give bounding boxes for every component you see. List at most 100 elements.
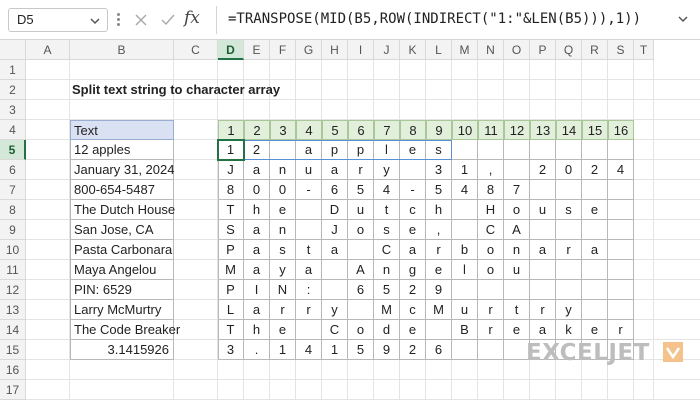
char-cell[interactable] (478, 280, 504, 300)
row-header-8[interactable]: 8 (0, 200, 26, 220)
char-cell[interactable] (556, 140, 582, 160)
column-header-e[interactable]: E (244, 40, 270, 60)
char-cell[interactable]: A (504, 220, 530, 240)
char-cell[interactable]: a (296, 260, 322, 280)
text-cell[interactable]: San Jose, CA (70, 220, 174, 240)
text-cell[interactable]: Larry McMurtry (70, 300, 174, 320)
char-cell[interactable] (608, 260, 634, 280)
char-cell[interactable] (296, 200, 322, 220)
char-cell[interactable]: S (218, 220, 244, 240)
char-cell[interactable]: o (348, 220, 374, 240)
insert-function-button[interactable]: fx (184, 8, 200, 28)
char-cell[interactable] (504, 160, 530, 180)
char-cell[interactable]: 4 (296, 340, 322, 360)
char-cell[interactable]: e (426, 260, 452, 280)
char-cell[interactable] (608, 180, 634, 200)
char-cell[interactable]: e (582, 320, 608, 340)
char-cell[interactable] (556, 220, 582, 240)
char-cell[interactable]: o (478, 240, 504, 260)
column-header-k[interactable]: K (400, 40, 426, 60)
char-cell[interactable] (608, 280, 634, 300)
char-cell[interactable]: 2 (400, 280, 426, 300)
char-cell[interactable] (452, 280, 478, 300)
char-cell[interactable]: 1 (322, 340, 348, 360)
char-cell[interactable]: : (296, 280, 322, 300)
char-cell[interactable]: n (270, 220, 296, 240)
column-header-f[interactable]: F (270, 40, 296, 60)
char-cell[interactable]: u (296, 160, 322, 180)
text-cell[interactable]: Maya Angelou (70, 260, 174, 280)
char-cell[interactable]: 9 (426, 280, 452, 300)
char-cell[interactable]: 0 (244, 180, 270, 200)
char-cell[interactable] (478, 340, 504, 360)
char-cell[interactable]: , (478, 160, 504, 180)
index-header-cell[interactable]: 5 (322, 120, 348, 140)
char-cell[interactable] (452, 140, 478, 160)
char-cell[interactable]: P (218, 280, 244, 300)
char-cell[interactable]: u (504, 260, 530, 280)
char-cell[interactable] (582, 220, 608, 240)
char-cell[interactable] (530, 260, 556, 280)
index-header-cell[interactable]: 9 (426, 120, 452, 140)
char-cell[interactable]: - (400, 180, 426, 200)
char-cell[interactable]: y (556, 300, 582, 320)
char-cell[interactable]: n (374, 260, 400, 280)
index-header-cell[interactable]: 14 (556, 120, 582, 140)
char-cell[interactable] (426, 320, 452, 340)
char-cell[interactable]: L (218, 300, 244, 320)
row-header-17[interactable]: 17 (0, 380, 26, 400)
char-cell[interactable]: e (582, 200, 608, 220)
name-box[interactable]: D5 (8, 8, 108, 32)
column-header-q[interactable]: Q (556, 40, 582, 60)
index-header-cell[interactable]: 4 (296, 120, 322, 140)
char-cell[interactable]: a (530, 320, 556, 340)
char-cell[interactable] (556, 280, 582, 300)
char-cell[interactable]: 6 (322, 180, 348, 200)
column-header-t[interactable]: T (634, 40, 654, 60)
column-header-m[interactable]: M (452, 40, 478, 60)
char-cell[interactable]: e (270, 320, 296, 340)
column-header-j[interactable]: J (374, 40, 400, 60)
expand-formula-bar-icon[interactable] (676, 12, 690, 26)
char-cell[interactable]: 2 (582, 160, 608, 180)
column-header-r[interactable]: R (582, 40, 608, 60)
char-cell[interactable]: y (270, 260, 296, 280)
char-cell[interactable]: e (504, 320, 530, 340)
char-cell[interactable]: 5 (348, 180, 374, 200)
row-header-14[interactable]: 14 (0, 320, 26, 340)
cancel-icon[interactable] (133, 12, 149, 28)
char-cell[interactable]: u (452, 300, 478, 320)
char-cell[interactable]: a (244, 240, 270, 260)
char-cell[interactable]: a (244, 160, 270, 180)
char-cell[interactable] (608, 140, 634, 160)
char-cell[interactable] (530, 280, 556, 300)
char-cell[interactable]: 0 (270, 180, 296, 200)
char-cell[interactable] (452, 200, 478, 220)
char-cell[interactable]: e (400, 320, 426, 340)
column-header-c[interactable]: C (174, 40, 218, 60)
char-cell[interactable]: 2 (400, 340, 426, 360)
row-header-2[interactable]: 2 (0, 80, 26, 100)
text-cell[interactable]: 800-654-5487 (70, 180, 174, 200)
char-cell[interactable]: r (478, 320, 504, 340)
char-cell[interactable] (556, 180, 582, 200)
chevron-down-icon[interactable] (89, 15, 101, 27)
index-header-cell[interactable]: 11 (478, 120, 504, 140)
char-cell[interactable]: 2 (244, 140, 270, 160)
char-cell[interactable]: T (218, 320, 244, 340)
char-cell[interactable]: s (374, 220, 400, 240)
char-cell[interactable]: 5 (348, 340, 374, 360)
column-header-s[interactable]: S (608, 40, 634, 60)
char-cell[interactable]: b (452, 240, 478, 260)
char-cell[interactable]: 1 (452, 160, 478, 180)
char-cell[interactable] (348, 240, 374, 260)
column-header-o[interactable]: O (504, 40, 530, 60)
row-header-13[interactable]: 13 (0, 300, 26, 320)
char-cell[interactable]: C (478, 220, 504, 240)
char-cell[interactable]: r (478, 300, 504, 320)
char-cell[interactable]: 4 (452, 180, 478, 200)
char-cell[interactable]: o (504, 200, 530, 220)
index-header-cell[interactable]: 12 (504, 120, 530, 140)
char-cell[interactable]: l (374, 140, 400, 160)
column-header-b[interactable]: B (70, 40, 174, 60)
